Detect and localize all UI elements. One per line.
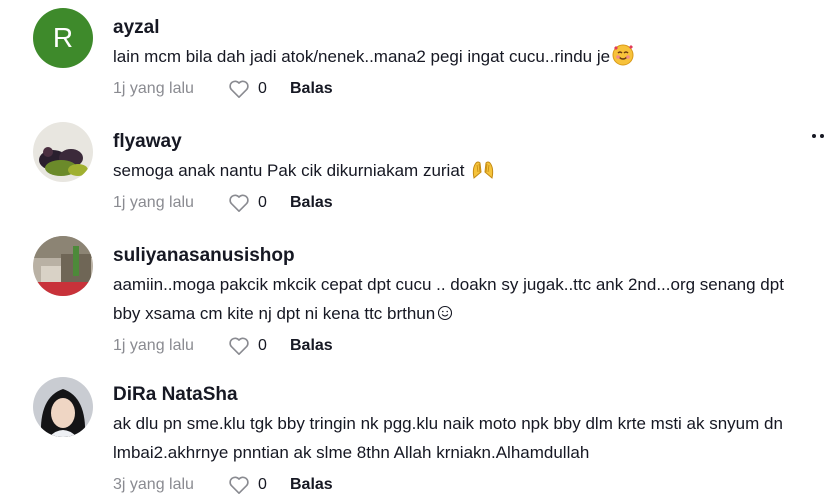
avatar-image — [33, 377, 93, 437]
comment-time: 1j yang lalu — [113, 80, 194, 97]
reply-button[interactable]: Balas — [290, 337, 333, 355]
comment-username[interactable]: flyaway — [113, 130, 804, 154]
comment-time: 3j yang lalu — [113, 476, 194, 493]
like-count: 0 — [258, 476, 267, 493]
avatar-image — [33, 122, 93, 182]
more-options-icon[interactable] — [810, 132, 824, 140]
comment-text: ak dlu pn sme.klu tgk bby tringin nk pgg… — [113, 414, 783, 462]
reply-button[interactable]: Balas — [290, 194, 333, 212]
heart-outline-icon[interactable] — [228, 79, 250, 99]
comment-text: lain mcm bila dah jadi atok/nenek..mana2… — [113, 42, 804, 71]
comment-meta: 3j yang lalu 0 Balas — [113, 473, 804, 497]
comment-meta: 1j yang lalu 0 Balas — [113, 77, 804, 101]
avatar[interactable] — [33, 122, 93, 182]
comment-text: aamiin..moga pakcik mkcik cepat dpt cucu… — [113, 275, 784, 323]
raised-hands-icon — [473, 161, 494, 179]
smiley-icon — [438, 305, 453, 321]
comment-time: 1j yang lalu — [113, 194, 194, 211]
avatar-image — [33, 236, 93, 296]
avatar[interactable] — [33, 236, 93, 296]
smiling-face-with-hearts-icon — [612, 44, 634, 66]
comment-meta: 1j yang lalu 0 Balas — [113, 191, 804, 215]
comment-text: semoga anak nantu Pak cik dikurniakam zu… — [113, 156, 804, 185]
like-count: 0 — [258, 80, 267, 97]
heart-outline-icon[interactable] — [228, 336, 250, 356]
avatar[interactable]: R — [33, 8, 93, 68]
comment-meta: 1j yang lalu 0 Balas — [113, 334, 804, 358]
comment-username[interactable]: suliyanasanusishop — [113, 244, 804, 268]
reply-button[interactable]: Balas — [290, 80, 333, 98]
like-count: 0 — [258, 194, 267, 211]
heart-outline-icon[interactable] — [228, 193, 250, 213]
avatar[interactable] — [33, 377, 93, 437]
heart-outline-icon[interactable] — [228, 475, 250, 495]
comment-username[interactable]: ayzal — [113, 16, 804, 40]
reply-button[interactable]: Balas — [290, 476, 333, 494]
comment-username[interactable]: DiRa NataSha — [113, 383, 804, 407]
comment-time: 1j yang lalu — [113, 337, 194, 354]
like-count: 0 — [258, 337, 267, 354]
